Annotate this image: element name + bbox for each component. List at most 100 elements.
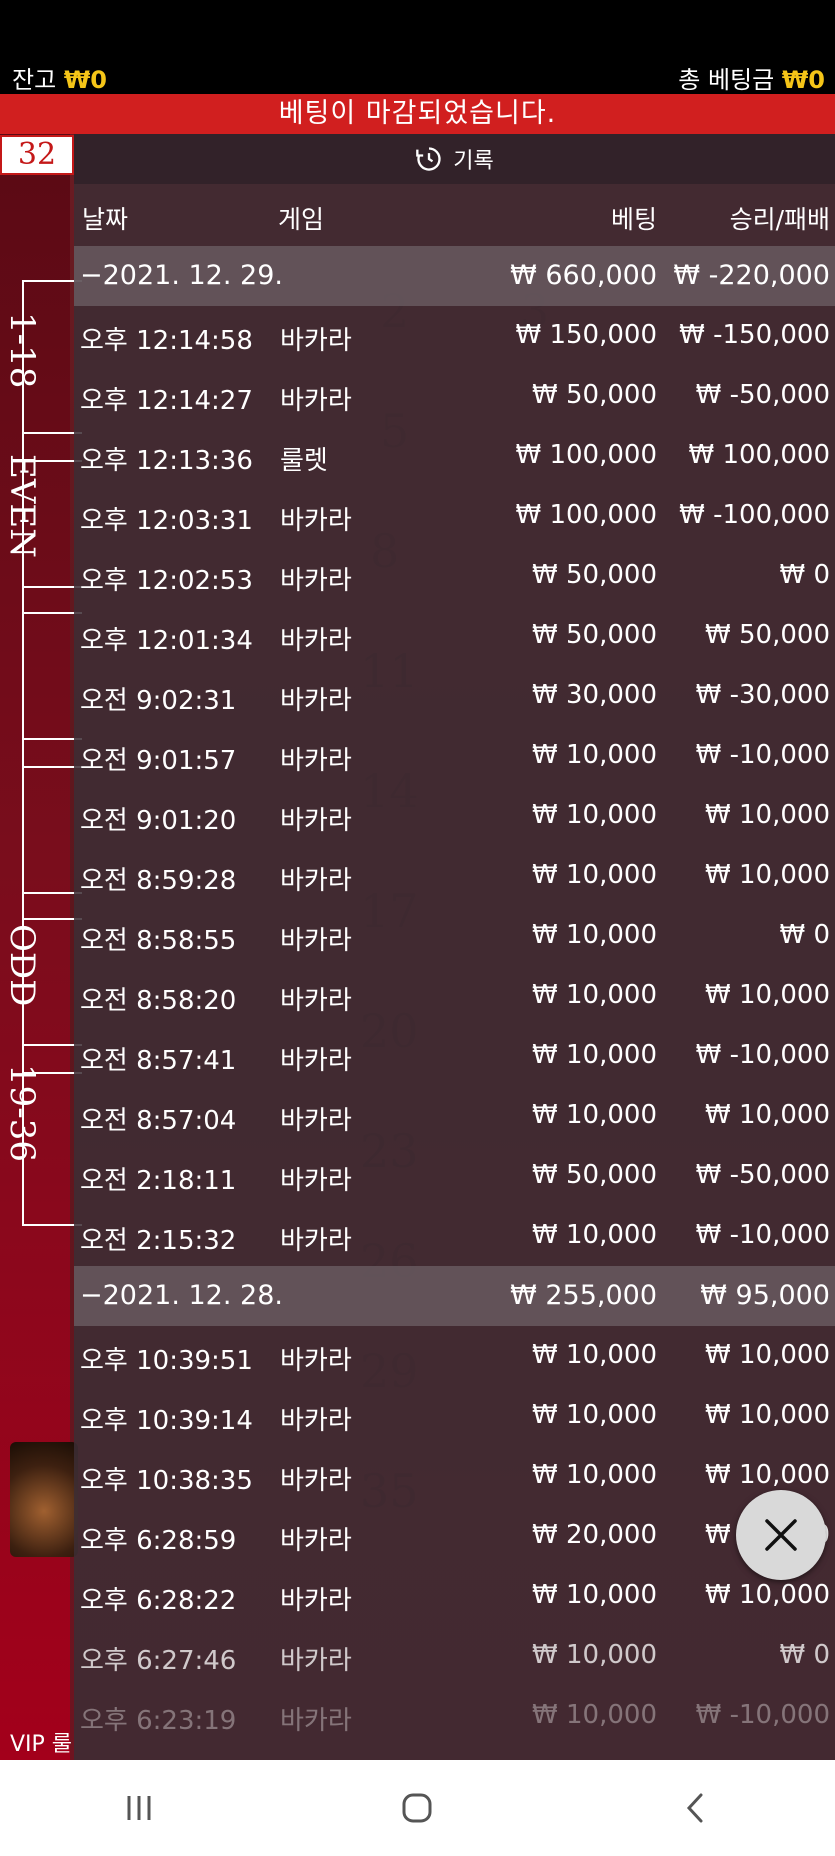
row-game: 바카라 [280,506,352,536]
row-time: 오후 10:39:51 [80,1346,253,1376]
balance-value: ₩0 [63,66,107,94]
group-total-bet: ₩ 255,000 [510,1280,657,1311]
row-bet: ₩ 10,000 [532,1040,657,1070]
home-button[interactable] [387,1778,447,1838]
history-row[interactable]: 오전 9:01:20 바카라 ₩ 10,000 ₩ 10,000 [74,786,835,846]
history-row[interactable]: 오후 10:39:51 바카라 ₩ 10,000 ₩ 10,000 [74,1326,835,1386]
history-row[interactable]: 오전 8:58:55 바카라 ₩ 10,000 ₩ 0 [74,906,835,966]
home-icon [402,1793,432,1823]
history-row[interactable]: 오후 10:38:35 바카라 ₩ 10,000 ₩ 10,000 [74,1446,835,1506]
row-bet: ₩ 100,000 [515,500,658,530]
row-result: ₩ -10,000 [695,1220,830,1250]
col-game: 게임 [278,205,325,234]
row-game: 바카라 [280,1466,352,1496]
row-game: 바카라 [280,1346,352,1376]
row-bet: ₩ 10,000 [532,980,657,1010]
row-game: 바카라 [280,686,352,716]
row-game: 바카라 [280,866,352,896]
total-bet-value: ₩0 [781,66,825,94]
top-bar: 잔고 ₩0 총 베팅금 ₩0 [0,0,835,94]
row-time: 오후 10:39:14 [80,1406,253,1436]
row-result: ₩ -10,000 [695,1700,830,1730]
row-game: 바카라 [280,1046,352,1076]
row-result: ₩ 0 [779,1640,830,1670]
history-title: 기록 [453,149,494,174]
close-icon [765,1519,797,1551]
history-row[interactable]: 오전 2:18:11 바카라 ₩ 50,000 ₩ -50,000 [74,1146,835,1206]
group-date: −2021. 12. 29. [80,260,283,291]
row-result: ₩ 50,000 [705,620,830,650]
history-row[interactable]: 오후 12:13:36 룰렛 ₩ 100,000 ₩ 100,000 [74,426,835,486]
row-time: 오전 9:01:20 [80,806,237,836]
side-label-1-18: 1-18 [2,312,42,389]
history-row[interactable]: 오후 12:14:58 바카라 ₩ 150,000 ₩ -150,000 [74,306,835,366]
last-number: 32 [0,135,74,175]
history-row[interactable]: 오전 9:01:57 바카라 ₩ 10,000 ₩ -10,000 [74,726,835,786]
side-label-19-36: 19-36 [2,1064,42,1163]
row-bet: ₩ 20,000 [532,1520,657,1550]
total-bet-label: 총 베팅금 [678,66,775,94]
row-result: ₩ 0 [779,920,830,950]
history-row[interactable]: 오후 6:23:19 바카라 ₩ 10,000 ₩ -10,000 [74,1686,835,1746]
history-row[interactable]: 오후 10:39:14 바카라 ₩ 10,000 ₩ 10,000 [74,1386,835,1446]
wheel-thumbnail[interactable] [10,1442,78,1557]
row-game: 바카라 [280,1406,352,1436]
row-bet: ₩ 10,000 [532,1580,657,1610]
row-bet: ₩ 10,000 [532,920,657,950]
history-row[interactable]: 오후 6:28:59바카라₩ 20,000₩ 20,000 [74,1506,835,1566]
history-row[interactable]: 오전 8:59:28 바카라 ₩ 10,000 ₩ 10,000 [74,846,835,906]
row-time: 오후 12:14:27 [80,386,253,416]
row-game: 바카라 [280,1646,352,1676]
row-game: 바카라 [280,986,352,1016]
row-bet: ₩ 150,000 [515,320,658,350]
history-row[interactable]: 오후 12:02:53 바카라 ₩ 50,000 ₩ 0 [74,546,835,606]
history-row[interactable]: 오전 2:15:32 바카라 ₩ 10,000 ₩ -10,000 [74,1206,835,1266]
recent-apps-button[interactable] [109,1778,169,1838]
history-row[interactable]: 오후 6:28:22 바카라 ₩ 10,000 ₩ 10,000 [74,1566,835,1626]
row-bet: ₩ 100,000 [515,440,658,470]
history-row[interactable]: 오전 9:02:31 바카라 ₩ 30,000 ₩ -30,000 [74,666,835,726]
close-button[interactable] [736,1490,826,1580]
row-time: 오후 6:28:22 [80,1586,237,1616]
date-group-header[interactable]: −2021. 12. 28. ₩ 255,000 ₩ 95,000 [74,1266,835,1326]
row-time: 오후 6:23:19 [80,1706,237,1736]
row-bet: ₩ 10,000 [532,740,657,770]
row-game: 바카라 [280,806,352,836]
col-date: 날짜 [82,205,129,234]
row-time: 오후 6:27:46 [80,1646,237,1676]
col-bet: 베팅 [610,205,657,234]
row-bet: ₩ 50,000 [532,1160,657,1190]
row-time: 오후 12:01:34 [80,626,253,656]
history-row[interactable]: 오후 12:14:27 바카라 ₩ 50,000 ₩ -50,000 [74,366,835,426]
row-bet: ₩ 10,000 [532,800,657,830]
row-result: ₩ -150,000 [679,320,830,350]
back-button[interactable] [666,1778,726,1838]
row-time: 오전 8:59:28 [80,866,237,896]
history-row[interactable]: 오후 12:01:34 바카라 ₩ 50,000 ₩ 50,000 [74,606,835,666]
row-bet: ₩ 10,000 [532,1220,657,1250]
date-group-header[interactable]: −2021. 12. 29. ₩ 660,000 ₩ -220,000 [74,246,835,306]
row-time: 오후 10:38:35 [80,1466,253,1496]
history-icon [416,147,441,171]
side-label-odd: ODD [2,924,42,1007]
screen: { "header": { "balance_label": "잔고", "ba… [0,0,835,1856]
row-time: 오전 8:57:41 [80,1046,237,1076]
row-game: 바카라 [280,1526,352,1556]
row-result: ₩ -100,000 [679,500,830,530]
history-row[interactable]: 오전 8:57:04 바카라 ₩ 10,000 ₩ 10,000 [74,1086,835,1146]
history-row[interactable]: 오후 12:03:31 바카라 ₩ 100,000 ₩ -100,000 [74,486,835,546]
history-row[interactable]: 오전 8:57:41 바카라 ₩ 10,000 ₩ -10,000 [74,1026,835,1086]
row-result: ₩ 10,000 [705,1400,830,1430]
history-row[interactable]: 오후 6:27:46 바카라 ₩ 10,000 ₩ 0 [74,1626,835,1686]
row-result: ₩ 10,000 [705,1460,830,1490]
row-time: 오후 12:02:53 [80,566,253,596]
row-game: 바카라 [280,626,352,656]
balance: 잔고 ₩0 [12,60,107,95]
row-bet: ₩ 30,000 [532,680,657,710]
history-header: 기록 [74,134,835,184]
group-total-result: ₩ 95,000 [700,1280,830,1311]
history-row[interactable]: 오전 8:58:20 바카라 ₩ 10,000 ₩ 10,000 [74,966,835,1026]
betting-closed-banner: 베팅이 마감되었습니다. [0,94,835,134]
row-bet: ₩ 10,000 [532,1640,657,1670]
row-game: 바카라 [280,1706,352,1736]
